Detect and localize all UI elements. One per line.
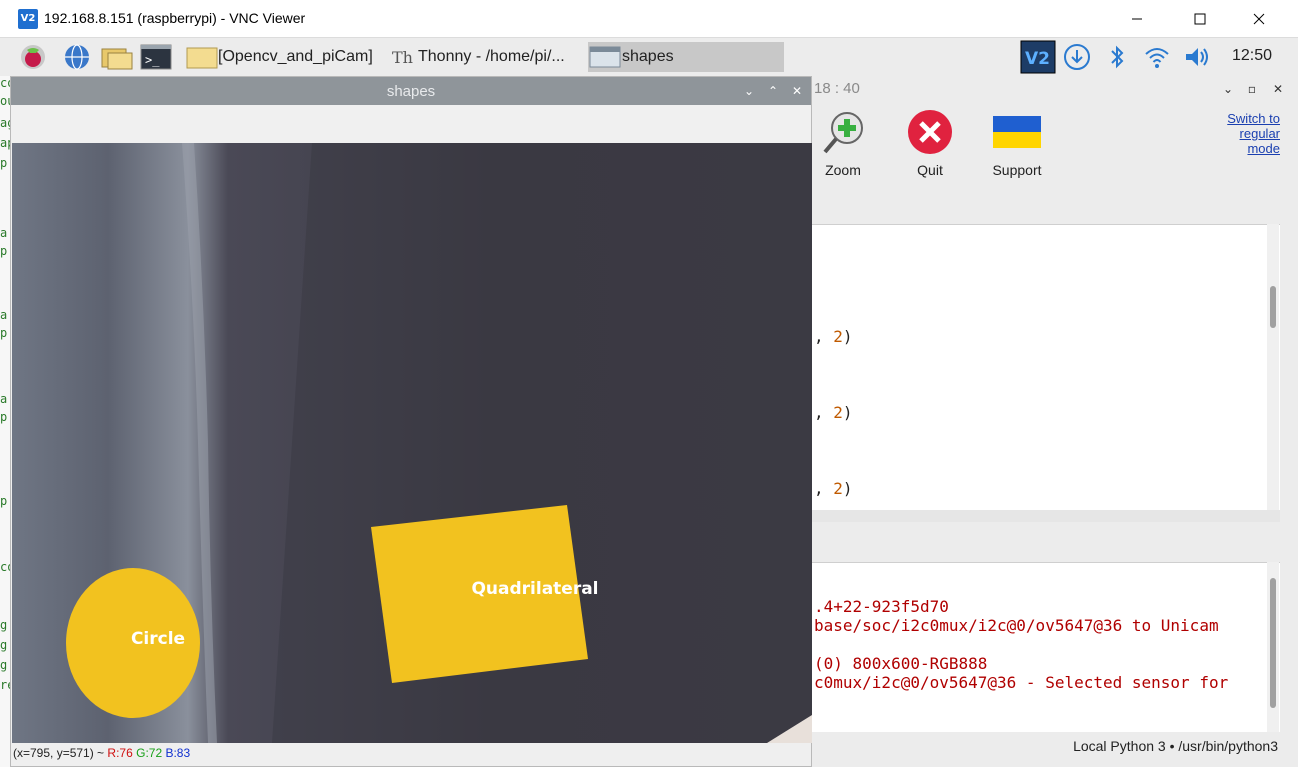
zoom-icon: [819, 108, 867, 156]
close-icon[interactable]: [1236, 0, 1282, 38]
gutter-mark: co: [0, 76, 10, 90]
code-editor[interactable]: , 2) , 2) , 2): [812, 224, 1280, 510]
thonny-window: 18 : 40 ⌄ ▫ ✕ Zoom Quit Support Switch t…: [812, 76, 1298, 767]
vnc-titlebar: V2 192.168.8.151 (raspberrypi) - VNC Vie…: [0, 0, 1298, 38]
editor-horizontal-scrollbar[interactable]: [812, 510, 1280, 522]
window-title: 192.168.8.151 (raspberrypi) - VNC Viewer: [44, 10, 306, 26]
clock[interactable]: 12:50: [1232, 47, 1272, 65]
background-editor-gutter: coouagappapapappcogggre: [0, 76, 10, 767]
terminal-icon[interactable]: >_: [140, 43, 172, 71]
status-bar[interactable]: Local Python 3 • /usr/bin/python3: [812, 736, 1298, 758]
shell-line: .4+22-923f5d70: [814, 597, 949, 616]
shell-panel[interactable]: .4+22-923f5d70 base/soc/i2c0mux/i2c@0/ov…: [812, 562, 1280, 732]
vnc-logo-icon: V2: [18, 9, 38, 29]
close-icon[interactable]: ✕: [789, 83, 805, 99]
zoom-button[interactable]: Zoom: [807, 108, 879, 178]
shapes-titlebar: shapes ⌄ ⌃ ✕: [11, 77, 811, 105]
code-line: , 2): [814, 403, 853, 422]
support-button[interactable]: Support: [981, 108, 1053, 178]
gutter-mark: g: [0, 638, 8, 652]
taskbar-item-thonny[interactable]: Th Thonny - /home/pi/...: [390, 42, 586, 72]
code-line: , 2): [814, 327, 853, 346]
bluetooth-icon[interactable]: [1102, 43, 1132, 71]
update-icon[interactable]: [1062, 43, 1092, 71]
svg-text:Th: Th: [392, 48, 413, 67]
web-browser-icon[interactable]: [62, 43, 92, 71]
shell-scroll-thumb[interactable]: [1270, 578, 1276, 708]
gutter-mark: a: [0, 226, 8, 240]
chevron-down-icon[interactable]: ⌄: [1220, 81, 1236, 97]
zoom-label: Zoom: [825, 162, 861, 178]
interpreter-status[interactable]: Local Python 3 • /usr/bin/python3: [1073, 738, 1278, 754]
gutter-mark: p: [0, 156, 8, 170]
pi-taskbar: >_ [Opencv_and_piCam] Th Thonny - /home/…: [0, 38, 1298, 76]
gutter-mark: re: [0, 678, 10, 692]
chevron-down-icon[interactable]: ⌄: [741, 83, 757, 99]
file-manager-icon[interactable]: [100, 43, 133, 71]
taskbar-item-label: shapes: [622, 48, 674, 65]
editor-scroll-thumb[interactable]: [1270, 286, 1276, 328]
gutter-mark: g: [0, 658, 8, 672]
quadrilateral-label: Quadrilateral: [471, 579, 598, 599]
shapes-title: shapes: [386, 83, 436, 100]
vnc-server-icon[interactable]: V2: [1020, 40, 1056, 74]
switch-mode-link[interactable]: Switch to regular mode: [1212, 111, 1280, 156]
taskbar-item-label: [Opencv_and_piCam]: [218, 48, 373, 65]
gutter-mark: ag: [0, 116, 10, 130]
gutter-mark: p: [0, 326, 8, 340]
gutter-mark: p: [0, 410, 8, 424]
code-line: , 2): [814, 479, 853, 498]
gutter-mark: co: [0, 560, 10, 574]
volume-icon[interactable]: [1182, 43, 1212, 71]
taskbar-item-shapes[interactable]: shapes: [588, 42, 784, 72]
shell-scrollbar[interactable]: [1267, 562, 1279, 732]
svg-text:>_: >_: [145, 53, 160, 67]
gutter-mark: p: [0, 244, 8, 258]
gutter-mark: g: [0, 618, 8, 632]
shapes-window: shapes ⌄ ⌃ ✕ Circle Quadrilateral (x=795…: [10, 76, 812, 767]
gutter-mark: a: [0, 392, 8, 406]
support-label: Support: [992, 162, 1042, 178]
shell-line: base/soc/i2c0mux/i2c@0/ov5647@36 to Unic…: [814, 616, 1219, 635]
gutter-mark: a: [0, 308, 8, 322]
quit-button[interactable]: Quit: [894, 108, 966, 178]
gutter-mark: p: [0, 494, 8, 508]
chevron-up-icon[interactable]: ⌃: [765, 83, 781, 99]
quit-icon: [906, 108, 954, 156]
shell-line: c0mux/i2c@0/ov5647@36 - Selected sensor …: [814, 673, 1229, 692]
wifi-icon[interactable]: [1142, 43, 1172, 71]
camera-frame[interactable]: Circle Quadrilateral: [12, 143, 812, 743]
gutter-mark: ap: [0, 136, 10, 150]
restore-icon[interactable]: ▫: [1244, 81, 1260, 97]
window-icon: [589, 46, 621, 68]
ukraine-flag-icon: [993, 108, 1041, 156]
gutter-mark: ou: [0, 94, 10, 108]
raspberry-menu-icon[interactable]: [18, 43, 48, 71]
taskbar-item-label: Thonny - /home/pi/...: [418, 48, 565, 65]
taskbar-item-folder[interactable]: [Opencv_and_piCam]: [186, 42, 376, 72]
shell-line: (0) 800x600-RGB888: [814, 654, 988, 673]
thonny-icon: Th: [392, 48, 413, 67]
close-icon[interactable]: ✕: [1270, 81, 1286, 97]
editor-scrollbar[interactable]: [1267, 224, 1279, 510]
maximize-icon[interactable]: [1177, 0, 1223, 38]
thonny-titlebar: 18 : 40 ⌄ ▫ ✕: [812, 76, 1298, 102]
circle-label: Circle: [131, 629, 185, 649]
folder-icon: [186, 47, 218, 69]
thonny-title-text: 18 : 40: [814, 80, 860, 97]
quit-label: Quit: [917, 162, 943, 178]
minimize-icon[interactable]: [1114, 0, 1160, 38]
svg-text:V2: V2: [1025, 49, 1050, 69]
pixel-coordinates: (x=795, y=571) ~ R:76 G:72 B:83: [13, 746, 191, 760]
shapes-toolbar: [11, 105, 811, 143]
